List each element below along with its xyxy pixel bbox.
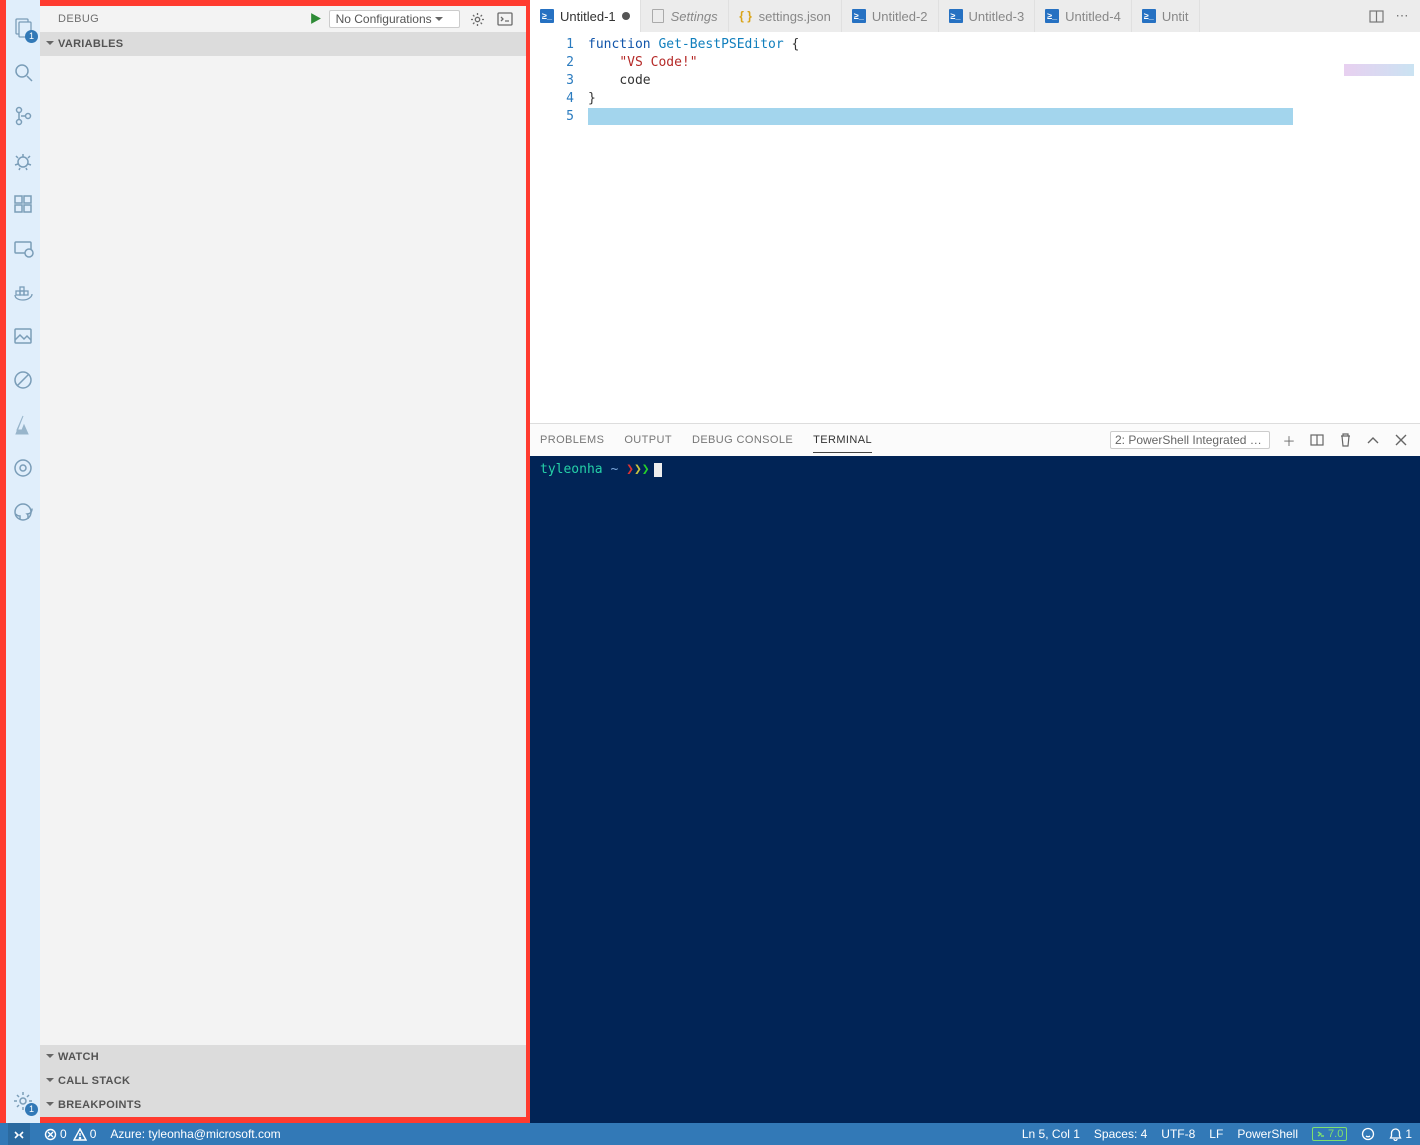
debug-config-select[interactable]: No Configurations <box>329 10 460 28</box>
chevron-down-icon <box>435 12 443 26</box>
section-header-variables[interactable]: VARIABLES <box>40 32 526 56</box>
powershell-file-icon: ≥_ <box>1142 9 1156 23</box>
bottom-panel: PROBLEMS OUTPUT DEBUG CONSOLE TERMINAL 2… <box>530 423 1420 1123</box>
section-header-breakpoints[interactable]: BREAKPOINTS <box>40 1093 526 1117</box>
status-bar: 0 0 Azure: tyleonha@microsoft.com Ln 5, … <box>0 1123 1420 1145</box>
status-eol[interactable]: LF <box>1209 1127 1223 1141</box>
activity-circle-slash-icon[interactable] <box>9 366 37 394</box>
activity-explorer-icon[interactable]: 1 <box>9 14 37 42</box>
chevron-down-icon <box>46 38 54 50</box>
code-content[interactable]: function Get-BestPSEditor { "VS Code!" c… <box>588 32 1420 423</box>
section-variables: VARIABLES <box>40 32 526 1045</box>
activity-bar: 1 1 <box>0 0 40 1123</box>
activity-scm-icon[interactable] <box>9 102 37 130</box>
file-icon <box>651 9 665 23</box>
line-gutter: 1 2 3 4 5 <box>530 32 588 423</box>
panel-tab-debug-console[interactable]: DEBUG CONSOLE <box>692 428 793 452</box>
status-azure[interactable]: Azure: tyleonha@microsoft.com <box>110 1127 280 1141</box>
settings-badge: 1 <box>25 1103 38 1116</box>
json-file-icon: { } <box>739 9 753 23</box>
section-callstack: CALL STACK <box>40 1069 526 1093</box>
activity-search-icon[interactable] <box>9 58 37 86</box>
chevron-down-icon <box>46 1051 54 1063</box>
activity-remote-icon[interactable] <box>9 234 37 262</box>
maximize-panel-icon[interactable] <box>1364 431 1382 449</box>
status-notifications-icon[interactable]: 1 <box>1389 1127 1412 1141</box>
activity-settings-icon[interactable]: 1 <box>9 1087 37 1115</box>
section-breakpoints: BREAKPOINTS <box>40 1093 526 1123</box>
more-actions-icon[interactable]: ⋯ <box>1392 6 1412 26</box>
panel-tab-problems[interactable]: PROBLEMS <box>540 428 604 452</box>
chevron-down-icon <box>46 1099 54 1111</box>
terminal-prompt: ❯❯❯ <box>626 462 649 477</box>
new-terminal-icon[interactable]: ＋ <box>1280 431 1298 449</box>
status-encoding[interactable]: UTF-8 <box>1161 1127 1195 1141</box>
split-terminal-icon[interactable] <box>1308 431 1326 449</box>
status-errors[interactable]: 0 <box>44 1127 67 1141</box>
activity-debug-icon[interactable] <box>9 146 37 174</box>
activity-gear-alt-icon[interactable] <box>9 454 37 482</box>
close-panel-icon[interactable] <box>1392 431 1410 449</box>
powershell-file-icon: ≥_ <box>852 9 866 23</box>
dirty-indicator-icon <box>622 12 630 20</box>
explorer-badge: 1 <box>25 30 38 43</box>
terminal[interactable]: tyleonha ~ ❯❯❯ <box>530 456 1420 1123</box>
sidebar-title: DEBUG <box>58 13 303 25</box>
debug-sidebar: DEBUG No Configurations VARIABLES WATCH … <box>40 0 530 1123</box>
tab-untitled-2[interactable]: ≥_Untitled-2 <box>842 0 939 32</box>
status-language[interactable]: PowerShell <box>1237 1127 1298 1141</box>
status-spaces[interactable]: Spaces: 4 <box>1094 1127 1147 1141</box>
code-editor[interactable]: 1 2 3 4 5 function Get-BestPSEditor { "V… <box>530 32 1420 423</box>
activity-github-icon[interactable] <box>9 498 37 526</box>
terminal-select[interactable]: 2: PowerShell Integrated Con <box>1110 431 1270 449</box>
debug-console-toggle-icon[interactable] <box>494 8 516 30</box>
tab-settings[interactable]: Settings <box>641 0 729 32</box>
status-warnings[interactable]: 0 <box>73 1127 97 1141</box>
activity-extensions-icon[interactable] <box>9 190 37 218</box>
tab-untitled-more[interactable]: ≥_Untit <box>1132 0 1200 32</box>
powershell-file-icon: ≥_ <box>540 9 554 23</box>
section-header-callstack[interactable]: CALL STACK <box>40 1069 526 1093</box>
powershell-file-icon: ≥_ <box>949 9 963 23</box>
tab-untitled-3[interactable]: ≥_Untitled-3 <box>939 0 1036 32</box>
status-ps-version[interactable]: 7.0 <box>1312 1127 1347 1141</box>
sidebar-header: DEBUG No Configurations <box>40 0 526 32</box>
start-debug-icon[interactable] <box>309 12 323 26</box>
activity-azure-icon[interactable] <box>9 410 37 438</box>
section-watch: WATCH <box>40 1045 526 1069</box>
panel-tab-output[interactable]: OUTPUT <box>624 428 672 452</box>
status-ln-col[interactable]: Ln 5, Col 1 <box>1022 1127 1080 1141</box>
minimap[interactable] <box>1344 64 1414 76</box>
panel-tab-terminal[interactable]: TERMINAL <box>813 428 872 453</box>
section-header-watch[interactable]: WATCH <box>40 1045 526 1069</box>
remote-indicator-icon[interactable] <box>8 1123 30 1145</box>
activity-image-icon[interactable] <box>9 322 37 350</box>
debug-settings-icon[interactable] <box>466 8 488 30</box>
chevron-down-icon <box>46 1075 54 1087</box>
terminal-cursor <box>654 463 662 477</box>
selection-highlight <box>588 108 1293 125</box>
powershell-file-icon: ≥_ <box>1045 9 1059 23</box>
tab-untitled-1[interactable]: ≥_Untitled-1 <box>530 0 641 32</box>
panel-tabs: PROBLEMS OUTPUT DEBUG CONSOLE TERMINAL 2… <box>530 424 1420 456</box>
status-feedback-icon[interactable] <box>1361 1127 1375 1141</box>
kill-terminal-icon[interactable] <box>1336 431 1354 449</box>
tab-settings-json[interactable]: { }settings.json <box>729 0 842 32</box>
editor-area: ≥_Untitled-1 Settings { }settings.json ≥… <box>530 0 1420 1123</box>
tab-untitled-4[interactable]: ≥_Untitled-4 <box>1035 0 1132 32</box>
split-editor-icon[interactable] <box>1366 6 1386 26</box>
editor-tabs: ≥_Untitled-1 Settings { }settings.json ≥… <box>530 0 1420 32</box>
activity-docker-icon[interactable] <box>9 278 37 306</box>
